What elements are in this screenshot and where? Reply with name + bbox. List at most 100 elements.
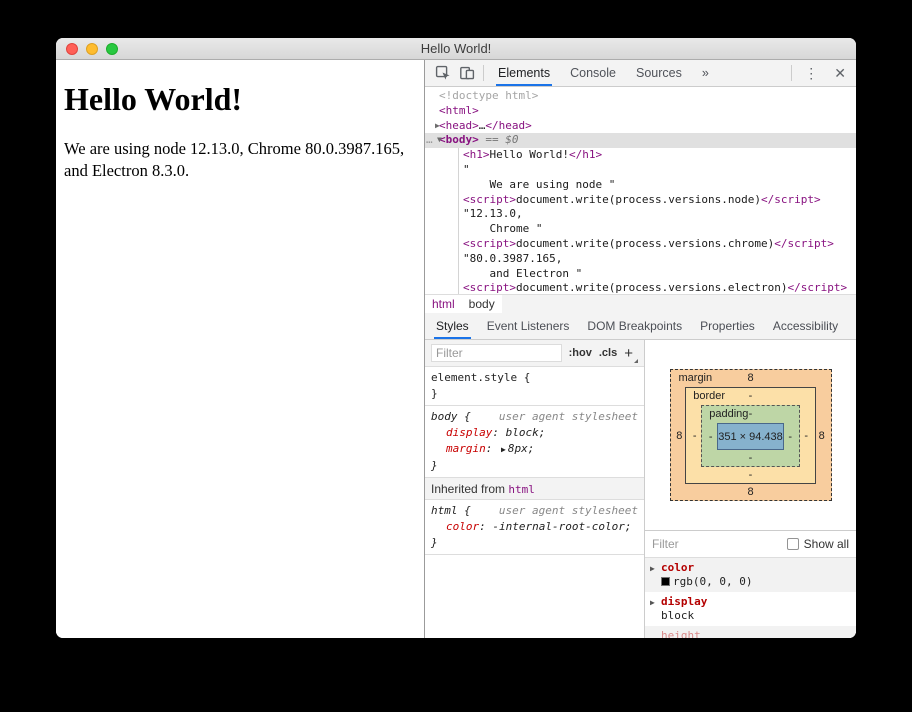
computed-pane: margin 8 8 border - - padding - - 351 × …: [645, 340, 856, 638]
border-top-value[interactable]: -: [749, 390, 753, 402]
styles-filter-bar: :hov .cls +: [425, 340, 644, 367]
computed-filter-bar: Filter Show all: [645, 530, 856, 558]
page-heading: Hello World!: [64, 81, 243, 117]
app-window: Hello World! Hello World! We are using n…: [56, 38, 856, 638]
sidebar-tab-event-listeners[interactable]: Event Listeners: [478, 313, 579, 339]
css-property-margin[interactable]: margin: ▶ 8px;: [431, 441, 638, 458]
expand-arrow-icon[interactable]: ▶: [650, 596, 655, 610]
versions-paragraph: We are using node 12.13.0, Chrome 80.0.3…: [64, 139, 405, 180]
expand-arrow-icon[interactable]: ▶: [501, 442, 506, 458]
css-property-display[interactable]: display: block;: [431, 425, 638, 441]
border-right-value[interactable]: -: [800, 405, 813, 467]
stylesheet-origin-note: user agent stylesheet: [498, 410, 638, 423]
app-content-pane: Hello World! We are using node 12.13.0, …: [56, 60, 424, 638]
devtools-toolbar: Elements Console Sources» ⋮ ✕: [425, 60, 856, 87]
padding-bottom-value[interactable]: -: [704, 450, 797, 466]
traffic-lights: [66, 43, 118, 55]
toolbar-separator: [791, 65, 793, 81]
padding-top-value[interactable]: -: [749, 408, 753, 420]
devtools-tabs: Elements Console Sources»: [488, 60, 719, 86]
dom-tree-line[interactable]: "80.0.3987.165,: [425, 252, 856, 267]
box-model-content[interactable]: 351 × 94.438: [717, 423, 784, 450]
sidebar-tab-accessibility[interactable]: Accessibility: [764, 313, 847, 339]
breadcrumb: html body: [425, 294, 856, 313]
padding-right-value[interactable]: -: [784, 423, 797, 450]
devtools-menu-icon[interactable]: ⋮: [796, 65, 826, 82]
breadcrumb-html[interactable]: html: [425, 295, 462, 313]
border-left-value[interactable]: -: [688, 405, 701, 467]
tab-sources[interactable]: Sources: [626, 60, 692, 86]
dom-tree-line[interactable]: ▶ <head>…</head>: [425, 119, 856, 134]
dom-tree: <!doctype html> <html> ▶ <head>…</head>… ▼ <b…: [425, 87, 856, 294]
color-swatch-icon[interactable]: [661, 576, 670, 586]
expand-arrow-icon[interactable]: ▶: [650, 562, 655, 576]
tab-elements[interactable]: Elements: [488, 60, 560, 86]
computed-property-height[interactable]: height: [645, 626, 856, 638]
node-ellipsis: …: [426, 133, 433, 147]
inherited-from-header: Inherited from html: [425, 478, 644, 500]
border-label: border: [693, 390, 726, 402]
computed-list: ▶ color rgb(0, 0, 0) ▶ display block height: [645, 558, 856, 638]
collapse-arrow-icon[interactable]: ▼: [437, 133, 442, 148]
toggle-class-button[interactable]: .cls: [599, 347, 617, 359]
dom-tree-line[interactable]: <html>: [425, 104, 856, 119]
breadcrumb-body[interactable]: body: [461, 295, 502, 313]
titlebar[interactable]: Hello World!: [56, 38, 856, 60]
sidebar-tab-properties[interactable]: Properties: [691, 313, 764, 339]
show-all-checkbox[interactable]: [786, 538, 799, 550]
margin-bottom-value[interactable]: 8: [674, 484, 828, 500]
sidebar-tabs: Styles Event Listeners DOM Breakpoints Prop…: [425, 313, 856, 340]
minimize-window-button[interactable]: [86, 43, 98, 55]
margin-top-value[interactable]: 8: [747, 372, 753, 384]
styles-pane: :hov .cls + element.style {}body {user a…: [425, 340, 645, 638]
zoom-window-button[interactable]: [106, 43, 118, 55]
computed-filter-input[interactable]: Filter: [652, 537, 787, 551]
dom-tree-line[interactable]: <h1>Hello World!</h1>: [425, 148, 856, 163]
sidebar-tab-dom-breakpoints[interactable]: DOM Breakpoints: [578, 313, 691, 339]
css-rule-html[interactable]: html {user agent stylesheet color: -inter…: [425, 500, 644, 555]
styles-sections: element.style {} body {user agent stylesh…: [425, 367, 644, 555]
window-title: Hello World!: [420, 41, 492, 56]
styles-filter-input[interactable]: [431, 344, 562, 362]
computed-property-display[interactable]: ▶ display block: [645, 592, 856, 626]
inherited-selector-link[interactable]: html: [508, 483, 535, 496]
devtools-close-icon[interactable]: ✕: [826, 65, 848, 82]
dom-tree-line[interactable]: and Electron ": [425, 267, 856, 282]
computed-property-color[interactable]: ▶ color rgb(0, 0, 0): [645, 558, 856, 592]
devtools-panel: Elements Console Sources» ⋮ ✕ <!doctype ht…: [424, 60, 856, 638]
show-all-control: Show all: [786, 537, 849, 551]
sidebar-tab-styles[interactable]: Styles: [427, 313, 478, 339]
border-bottom-value[interactable]: -: [688, 467, 813, 483]
margin-left-value[interactable]: 8: [674, 387, 686, 484]
dom-tree-line[interactable]: <script>document.write(process.versions.…: [425, 237, 856, 252]
box-model-diagram: margin 8 8 border - - padding - - 351 × …: [645, 340, 856, 530]
padding-left-value[interactable]: -: [704, 423, 717, 450]
margin-label: margin: [678, 372, 713, 384]
inspect-element-icon[interactable]: [431, 62, 455, 84]
css-rule-body[interactable]: body {user agent stylesheet display: bloc…: [425, 406, 644, 478]
dom-tree-line[interactable]: <script>document.write(process.versions.…: [425, 281, 856, 294]
new-style-rule-button[interactable]: +: [624, 346, 638, 363]
stylesheet-origin-note: user agent stylesheet: [498, 504, 638, 517]
toggle-hover-state-button[interactable]: :hov: [569, 347, 592, 359]
dom-tree-line[interactable]: … ▼ <body> == $0: [425, 133, 856, 149]
css-rule-element-style[interactable]: element.style {}: [425, 367, 644, 406]
dom-tree-line[interactable]: <!doctype html>: [425, 89, 856, 104]
dom-tree-line[interactable]: <script>document.write(process.versions.…: [425, 193, 856, 208]
tab-more-tabs[interactable]: »: [692, 60, 719, 86]
expand-arrow-icon[interactable]: ▶: [435, 119, 440, 134]
show-all-label: Show all: [803, 537, 849, 551]
css-property-color[interactable]: color: -internal-root-color;: [431, 519, 638, 535]
dom-tree-line[interactable]: "12.13.0,: [425, 207, 856, 222]
dom-tree-line[interactable]: We are using node ": [425, 178, 856, 193]
device-toolbar-icon[interactable]: [455, 62, 479, 84]
dom-tree-line[interactable]: Chrome ": [425, 222, 856, 237]
box-model-padding[interactable]: padding - - 351 × 94.438 - -: [701, 405, 800, 467]
padding-label: padding: [709, 408, 749, 420]
margin-right-value[interactable]: 8: [816, 387, 828, 484]
tab-console[interactable]: Console: [560, 60, 626, 86]
box-model-border[interactable]: border - - padding - - 351 × 94.438 - - …: [685, 387, 816, 484]
box-model-margin[interactable]: margin 8 8 border - - padding - - 351 × …: [669, 369, 832, 501]
close-window-button[interactable]: [66, 43, 78, 55]
dom-tree-line[interactable]: ": [425, 163, 856, 178]
